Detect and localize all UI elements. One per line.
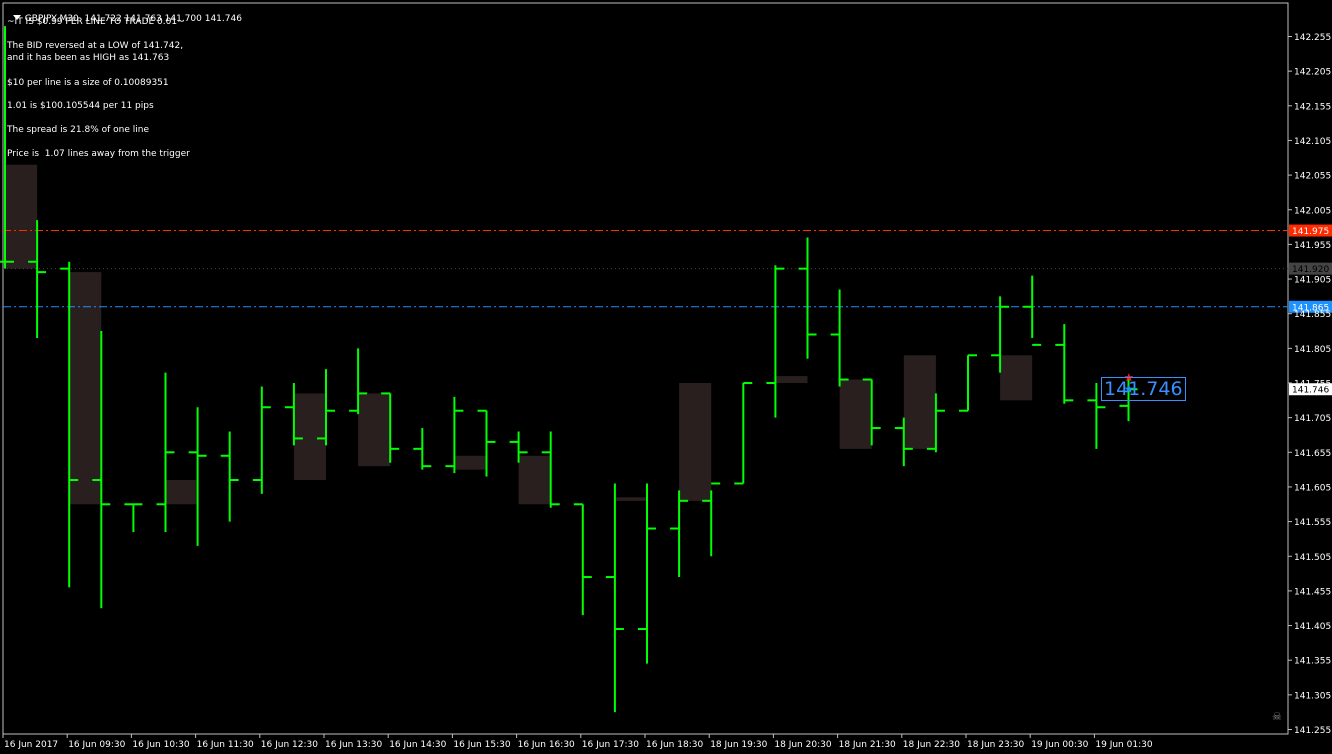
x-tick-label: 16 Jun 18:30	[646, 740, 703, 750]
x-tick-label: 16 Jun 17:30	[582, 740, 639, 750]
range-box	[903, 355, 936, 449]
range-box	[1000, 355, 1033, 401]
range-box	[165, 480, 198, 505]
info-line-bid-low: The BID reversed at a LOW of 141.742,	[7, 41, 184, 51]
y-tick-label: 141.355	[1294, 657, 1331, 667]
x-tick-label: 18 Jun 23:30	[967, 740, 1024, 750]
y-tick-label: 142.205	[1294, 68, 1331, 78]
x-tick-label: 18 Jun 22:30	[903, 740, 960, 750]
y-tick-label: 141.505	[1294, 553, 1331, 563]
range-box	[358, 393, 391, 467]
y-tick-label: 141.255	[1294, 726, 1331, 736]
y-tick-label: 141.755	[1294, 380, 1331, 390]
y-tick-label: 141.405	[1294, 622, 1331, 632]
y-tick-label: 141.455	[1294, 587, 1331, 597]
y-tick-label: 142.105	[1294, 137, 1331, 147]
x-tick-label: 19 Jun 01:30	[1095, 740, 1152, 750]
info-line-size: $10 per line is a size of 0.10089351	[7, 78, 169, 88]
info-line-trigger: Price is 1.07 lines away from the trigge…	[7, 149, 190, 159]
x-tick-label: 19 Jun 00:30	[1031, 740, 1088, 750]
y-tick-label: 141.955	[1294, 241, 1331, 251]
x-tick-label: 16 Jun 15:30	[453, 740, 510, 750]
info-line-bid-high: and it has been as HIGH as 141.763	[7, 53, 170, 63]
range-box	[293, 393, 326, 481]
y-tick-label: 141.305	[1294, 691, 1331, 701]
x-tick-label: 16 Jun 09:30	[68, 740, 125, 750]
x-tick-label: 18 Jun 21:30	[839, 740, 896, 750]
y-tick-label: 142.255	[1294, 33, 1331, 43]
range-box	[5, 164, 38, 269]
x-tick-label: 16 Jun 12:30	[261, 740, 318, 750]
y-tick-label: 141.705	[1294, 414, 1331, 424]
range-box	[839, 379, 872, 449]
level-label: 141.975	[1292, 227, 1329, 237]
x-tick-label: 16 Jun 2017	[4, 740, 58, 750]
subtitle-line: ~IT IS $0.99 PER LINE TO TRADE 0.01~	[7, 17, 185, 27]
y-tick-label: 141.605	[1294, 483, 1331, 493]
y-tick-label: 141.555	[1294, 518, 1331, 528]
x-tick-label: 16 Jun 10:30	[132, 740, 189, 750]
info-line-pips: 1.01 is $100.105544 per 11 pips	[7, 101, 154, 111]
x-tick-label: 16 Jun 16:30	[518, 740, 575, 750]
x-tick-label: 16 Jun 13:30	[325, 740, 382, 750]
y-tick-label: 141.655	[1294, 449, 1331, 459]
range-box	[775, 376, 808, 383]
y-tick-label: 142.005	[1294, 206, 1331, 216]
range-box	[679, 383, 712, 501]
range-box	[614, 497, 647, 501]
x-tick-label: 18 Jun 19:30	[710, 740, 767, 750]
x-tick-label: 16 Jun 14:30	[389, 740, 446, 750]
x-tick-label: 16 Jun 11:30	[197, 740, 254, 750]
skull-icon: ☠	[1272, 710, 1282, 723]
y-tick-label: 142.155	[1294, 102, 1331, 112]
x-tick-label: 18 Jun 20:30	[774, 740, 831, 750]
y-tick-label: 141.805	[1294, 345, 1331, 355]
info-line-spread: The spread is 21.8% of one line	[7, 125, 150, 135]
range-box	[518, 455, 551, 505]
plot-frame	[2, 2, 1289, 735]
y-tick-label: 142.055	[1294, 172, 1331, 182]
current-price-tag: 141.746	[1101, 377, 1186, 401]
y-tick-label: 141.905	[1294, 276, 1331, 286]
level-label: 141.920	[1292, 265, 1329, 275]
y-tick-label: 141.855	[1294, 310, 1331, 320]
range-box	[454, 455, 487, 470]
